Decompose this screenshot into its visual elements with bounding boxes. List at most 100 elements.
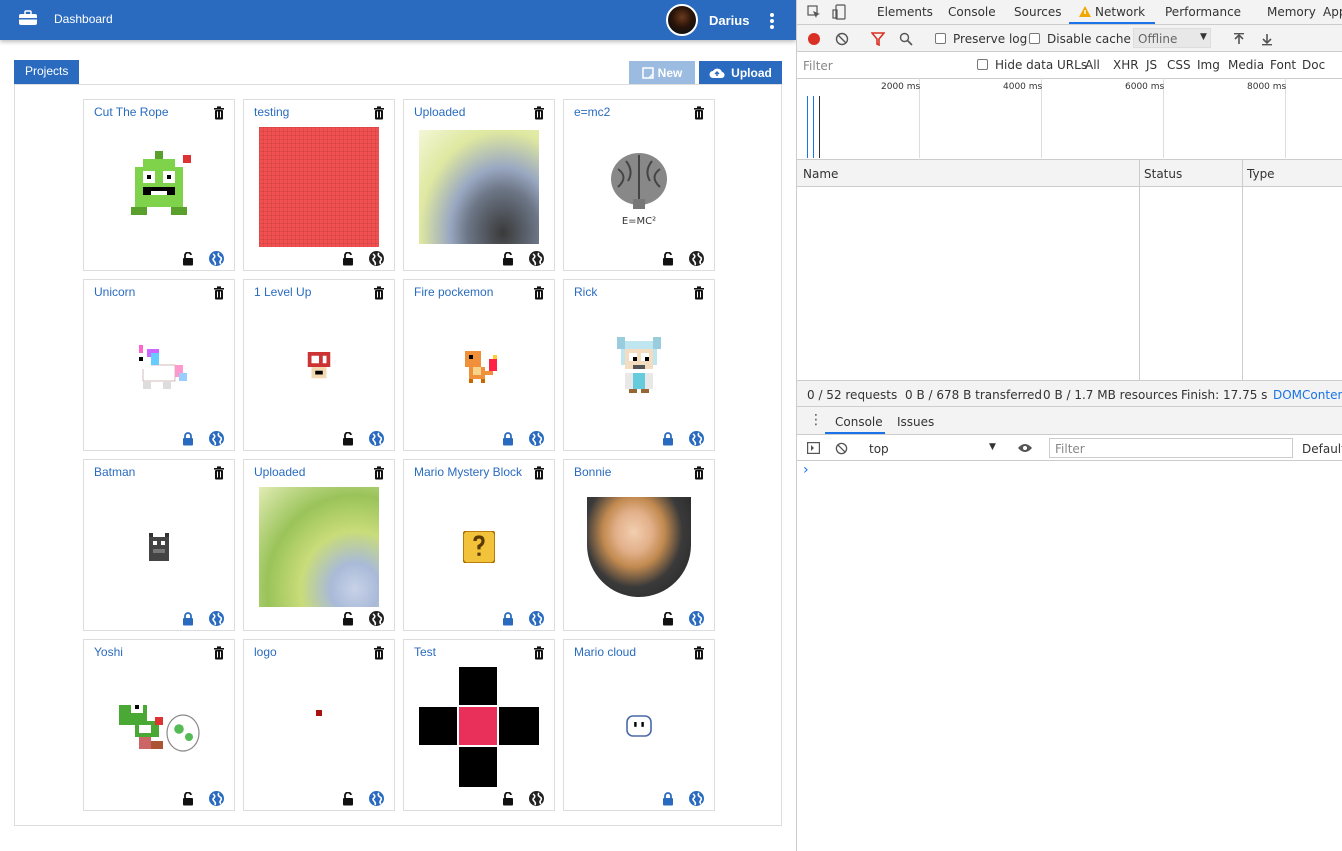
trash-icon[interactable] [213, 286, 225, 300]
globe-icon[interactable] [369, 791, 384, 806]
type-filter-img[interactable]: Img [1197, 58, 1220, 72]
project-card[interactable]: Unicorn [83, 279, 235, 451]
export-har-icon[interactable] [1261, 32, 1273, 46]
project-title[interactable]: Mario cloud [574, 645, 686, 659]
lock-icon[interactable] [662, 792, 674, 806]
project-card[interactable]: Fire pockemon [403, 279, 555, 451]
devtools-tab-memory[interactable]: Memory [1267, 5, 1316, 19]
project-thumbnail[interactable]: E=MC² [578, 126, 700, 248]
trash-icon[interactable] [213, 466, 225, 480]
trash-icon[interactable] [533, 106, 545, 120]
trash-icon[interactable] [373, 646, 385, 660]
new-button[interactable]: New [629, 61, 695, 84]
project-card[interactable]: testing [243, 99, 395, 271]
dashboard-link[interactable]: Dashboard [54, 12, 113, 26]
log-levels-select[interactable]: Default [1302, 442, 1342, 456]
project-thumbnail[interactable] [98, 486, 220, 608]
project-card[interactable]: Mario Mystery Block [403, 459, 555, 631]
upload-button[interactable]: Upload [699, 61, 782, 84]
project-thumbnail[interactable] [258, 486, 380, 608]
project-title[interactable]: Mario Mystery Block [414, 465, 526, 479]
globe-icon[interactable] [689, 611, 704, 626]
unlock-icon[interactable] [342, 431, 354, 446]
column-type[interactable]: Type [1247, 167, 1275, 181]
tab-projects[interactable]: Projects [14, 60, 80, 84]
project-card[interactable]: Bonnie [563, 459, 715, 631]
trash-icon[interactable] [693, 106, 705, 120]
trash-icon[interactable] [373, 466, 385, 480]
globe-icon[interactable] [529, 611, 544, 626]
project-thumbnail[interactable] [98, 306, 220, 428]
project-title[interactable]: testing [254, 105, 366, 119]
unlock-icon[interactable] [182, 791, 194, 806]
project-thumbnail[interactable] [98, 126, 220, 248]
type-filter-media[interactable]: Media [1228, 58, 1264, 72]
project-title[interactable]: logo [254, 645, 366, 659]
project-title[interactable]: Bonnie [574, 465, 686, 479]
trash-icon[interactable] [533, 466, 545, 480]
project-thumbnail[interactable] [578, 306, 700, 428]
globe-icon[interactable] [689, 431, 704, 446]
globe-icon[interactable] [529, 791, 544, 806]
trash-icon[interactable] [213, 106, 225, 120]
project-title[interactable]: Batman [94, 465, 206, 479]
project-thumbnail[interactable] [418, 486, 540, 608]
devtools-tab-sources[interactable]: Sources [1014, 5, 1061, 19]
globe-icon[interactable] [209, 791, 224, 806]
trash-icon[interactable] [373, 286, 385, 300]
project-title[interactable]: Yoshi [94, 645, 206, 659]
clear-console-icon[interactable] [835, 442, 848, 455]
project-title[interactable]: e=mc2 [574, 105, 686, 119]
project-card[interactable]: Test [403, 639, 555, 811]
globe-icon[interactable] [689, 251, 704, 266]
inspect-element-icon[interactable] [807, 5, 821, 19]
globe-icon[interactable] [369, 611, 384, 626]
column-status[interactable]: Status [1144, 167, 1182, 181]
unlock-icon[interactable] [502, 791, 514, 806]
project-title[interactable]: Rick [574, 285, 686, 299]
filter-icon[interactable] [871, 32, 885, 46]
type-filter-all[interactable]: All [1085, 58, 1100, 72]
lock-icon[interactable] [502, 432, 514, 446]
hide-data-urls-checkbox[interactable] [977, 59, 988, 70]
unlock-icon[interactable] [662, 611, 674, 626]
type-filter-css[interactable]: CSS [1167, 58, 1191, 72]
network-overview-timeline[interactable]: 2000 ms 4000 ms 6000 ms 8000 ms [797, 78, 1342, 160]
type-filter-xhr[interactable]: XHR [1113, 58, 1139, 72]
disable-cache-checkbox[interactable] [1029, 33, 1040, 44]
project-card[interactable]: logo [243, 639, 395, 811]
drawer-tab-issues[interactable]: Issues [897, 415, 934, 429]
devtools-tab-console[interactable]: Console [948, 5, 996, 19]
type-filter-js[interactable]: JS [1146, 58, 1157, 72]
project-card[interactable]: Rick [563, 279, 715, 451]
eye-icon[interactable] [1017, 443, 1033, 453]
clear-icon[interactable] [835, 32, 849, 46]
globe-icon[interactable] [209, 611, 224, 626]
drawer-menu-icon[interactable]: ⋮ [809, 412, 823, 428]
trash-icon[interactable] [693, 466, 705, 480]
lock-icon[interactable] [182, 612, 194, 626]
lock-icon[interactable] [662, 432, 674, 446]
project-title[interactable]: Test [414, 645, 526, 659]
record-icon[interactable] [807, 32, 821, 46]
unlock-icon[interactable] [342, 791, 354, 806]
project-thumbnail[interactable] [258, 666, 380, 788]
briefcase-icon[interactable] [18, 10, 38, 26]
console-filter-input[interactable]: Filter [1049, 438, 1293, 458]
type-filter-font[interactable]: Font [1270, 58, 1296, 72]
globe-icon[interactable] [689, 791, 704, 806]
project-thumbnail[interactable] [98, 666, 220, 788]
globe-icon[interactable] [529, 251, 544, 266]
project-title[interactable]: Uploaded [414, 105, 526, 119]
trash-icon[interactable] [533, 646, 545, 660]
project-card[interactable]: e=mc2 E=MC² [563, 99, 715, 271]
more-vert-icon[interactable] [770, 13, 776, 29]
unlock-icon[interactable] [182, 251, 194, 266]
console-prompt[interactable]: › [803, 462, 809, 478]
lock-icon[interactable] [502, 612, 514, 626]
trash-icon[interactable] [693, 646, 705, 660]
project-card[interactable]: Uploaded [243, 459, 395, 631]
project-title[interactable]: 1 Level Up [254, 285, 366, 299]
trash-icon[interactable] [533, 286, 545, 300]
unlock-icon[interactable] [342, 251, 354, 266]
